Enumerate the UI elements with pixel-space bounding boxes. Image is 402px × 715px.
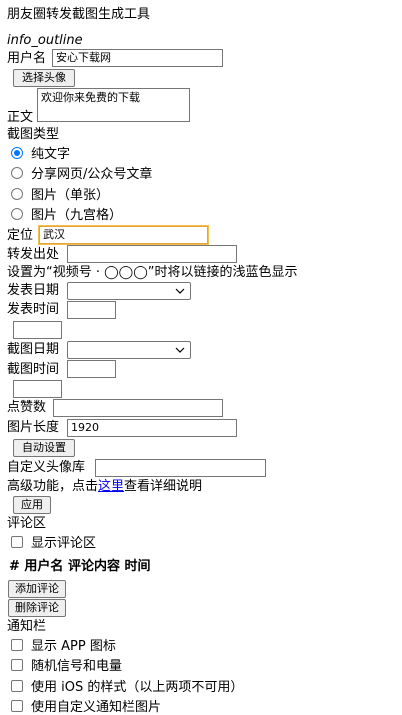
location-input[interactable]: 武汉 bbox=[38, 225, 209, 245]
apply-button[interactable]: 应用 bbox=[13, 496, 51, 514]
advanced-help-link[interactable]: 这里 bbox=[98, 479, 124, 494]
publish-date-select[interactable] bbox=[67, 282, 191, 300]
radio-label-single-image: 图片（单张） bbox=[31, 188, 110, 203]
avatar-library-input[interactable] bbox=[95, 459, 266, 477]
publish-date-label: 发表日期 bbox=[7, 283, 60, 298]
capture-date-select[interactable] bbox=[67, 341, 191, 359]
screenshot-type-label: 截图类型 bbox=[7, 127, 60, 142]
location-label: 定位 bbox=[7, 228, 34, 243]
notification-bar-label: 通知栏 bbox=[7, 619, 47, 634]
body-label: 正文 bbox=[7, 110, 34, 125]
show-app-icon-checkbox[interactable] bbox=[11, 639, 23, 651]
source-label: 转发出处 bbox=[7, 247, 60, 262]
image-length-label: 图片长度 bbox=[7, 420, 60, 435]
choose-avatar-button[interactable]: 选择头像 bbox=[13, 69, 75, 87]
info-outline-icon: info_outline bbox=[7, 33, 83, 48]
radio-nine-grid[interactable] bbox=[11, 208, 23, 220]
random-signal-checkbox[interactable] bbox=[11, 659, 23, 671]
publish-time-input-hour[interactable] bbox=[67, 301, 116, 319]
random-signal-label: 随机信号和电量 bbox=[31, 659, 123, 674]
capture-date-label: 截图日期 bbox=[7, 342, 60, 357]
source-hint: 设置为“视频号 · ◯◯◯”时将以链接的浅蓝色显示 bbox=[7, 265, 298, 280]
advanced-suffix: 查看详细说明 bbox=[124, 479, 203, 494]
body-textarea[interactable]: 欢迎你来免费的下载 bbox=[37, 88, 190, 122]
radio-plain-text[interactable] bbox=[11, 147, 23, 159]
auto-set-button[interactable]: 自动设置 bbox=[13, 439, 75, 457]
ios-style-checkbox[interactable] bbox=[11, 680, 23, 692]
radio-share-article[interactable] bbox=[11, 167, 23, 179]
image-length-input[interactable]: 1920 bbox=[67, 419, 237, 437]
show-app-icon-label: 显示 APP 图标 bbox=[31, 639, 116, 654]
show-comments-checkbox[interactable] bbox=[11, 536, 23, 548]
page-title: 朋友圈转发截图生成工具 bbox=[7, 7, 151, 22]
add-comment-button[interactable]: 添加评论 bbox=[8, 580, 66, 598]
likes-input[interactable] bbox=[53, 399, 223, 417]
ios-style-label: 使用 iOS 的样式（以上两项不可用） bbox=[31, 680, 244, 695]
source-input[interactable] bbox=[67, 245, 237, 263]
custom-notification-image-checkbox[interactable] bbox=[11, 700, 23, 712]
radio-single-image[interactable] bbox=[11, 188, 23, 200]
capture-time-input-minute[interactable] bbox=[13, 380, 62, 398]
show-comments-label: 显示评论区 bbox=[31, 536, 97, 551]
radio-label-plain-text: 纯文字 bbox=[31, 147, 71, 162]
capture-time-label: 截图时间 bbox=[7, 362, 60, 377]
custom-notification-image-label: 使用自定义通知栏图片 bbox=[31, 700, 162, 715]
advanced-prefix: 高级功能，点击 bbox=[7, 479, 99, 494]
comments-section-label: 评论区 bbox=[7, 516, 47, 531]
username-label: 用户名 bbox=[7, 51, 47, 66]
delete-comment-button[interactable]: 删除评论 bbox=[8, 599, 66, 617]
radio-label-share-article: 分享网页/公众号文章 bbox=[31, 167, 153, 182]
comments-table-header: # 用户名 评论内容 时间 bbox=[9, 559, 151, 574]
username-input[interactable]: 安心下载网 bbox=[52, 49, 223, 67]
likes-label: 点赞数 bbox=[7, 400, 47, 415]
chevron-down-icon bbox=[175, 288, 185, 294]
radio-label-nine-grid: 图片（九宫格） bbox=[31, 208, 123, 223]
publish-time-label: 发表时间 bbox=[7, 302, 60, 317]
avatar-library-label: 自定义头像库 bbox=[7, 460, 86, 475]
capture-time-input-hour[interactable] bbox=[67, 360, 116, 378]
chevron-down-icon bbox=[175, 347, 185, 353]
advanced-text: 高级功能，点击这里查看详细说明 bbox=[7, 480, 202, 493]
publish-time-input-minute[interactable] bbox=[13, 321, 62, 339]
